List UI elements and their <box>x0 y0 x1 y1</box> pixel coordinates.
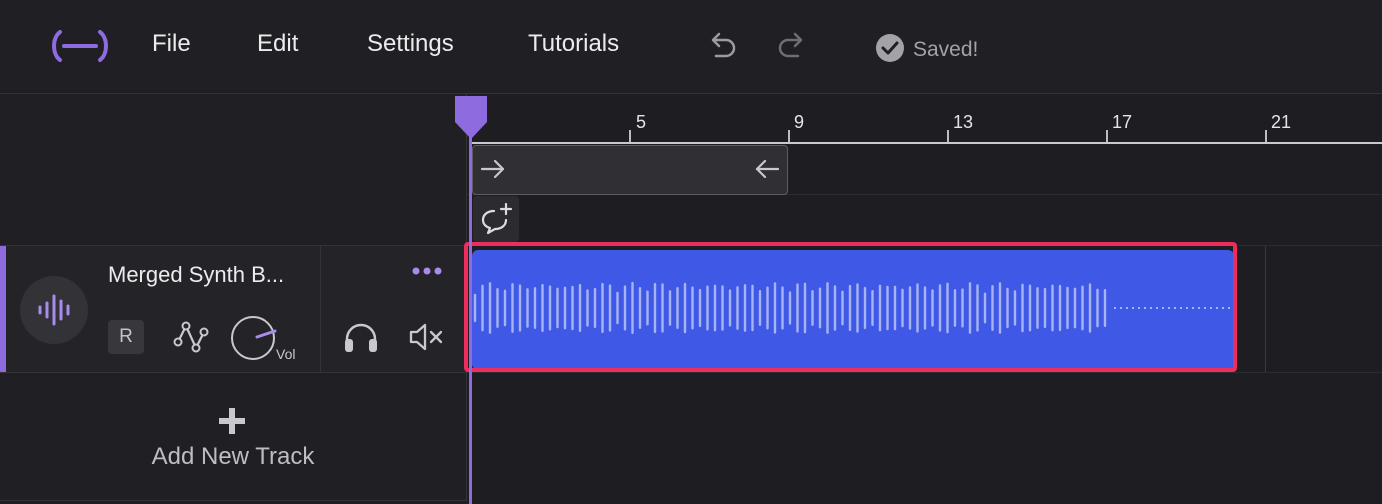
plus-icon <box>219 408 245 434</box>
record-button[interactable]: R <box>108 320 144 354</box>
loop-end-arrow-icon[interactable] <box>753 157 781 181</box>
add-comment-button[interactable] <box>473 196 519 242</box>
ruler-label: 9 <box>794 112 805 132</box>
waveform-icon <box>38 294 70 326</box>
top-bar <box>0 0 1382 94</box>
ruler-label: 21 <box>1271 112 1292 132</box>
saved-status: Saved! <box>913 38 979 61</box>
menu-edit[interactable]: Edit <box>257 30 298 58</box>
mute-icon[interactable] <box>408 322 444 352</box>
track-name[interactable]: Merged Synth B... <box>108 262 284 288</box>
add-track-label: Add New Track <box>151 443 315 470</box>
track-list-header <box>0 94 467 246</box>
ruler-tick <box>1106 130 1108 142</box>
playhead-line <box>469 130 472 504</box>
add-track-button[interactable]: Add New Track <box>0 373 467 501</box>
headphones-icon[interactable] <box>342 320 380 354</box>
playhead-handle[interactable] <box>454 94 488 140</box>
menu-tutorials[interactable]: Tutorials <box>528 30 619 58</box>
menu-settings[interactable]: Settings <box>367 30 454 58</box>
ruler-tick <box>947 130 949 142</box>
check-circle-icon <box>876 34 904 62</box>
ruler-label: 13 <box>953 112 974 132</box>
more-icon[interactable] <box>410 264 444 278</box>
track-lane-marker <box>1265 246 1266 372</box>
clip-selection-outline <box>464 242 1237 372</box>
ruler-tick <box>629 130 631 142</box>
menu-file[interactable]: File <box>152 30 191 58</box>
track-header-divider <box>320 246 321 372</box>
track-color-indicator <box>0 246 6 372</box>
undo-icon[interactable] <box>706 30 740 60</box>
track-icon-button[interactable] <box>20 276 88 344</box>
ruler-tick <box>1265 130 1267 142</box>
ruler-label: 17 <box>1112 112 1133 132</box>
ruler-tick <box>788 130 790 142</box>
loop-region[interactable] <box>472 145 788 195</box>
redo-icon[interactable] <box>774 30 808 60</box>
ruler-label: 5 <box>636 112 647 132</box>
loop-start-arrow-icon[interactable] <box>479 157 507 181</box>
automation-icon[interactable] <box>172 318 210 356</box>
volume-knob[interactable] <box>230 316 280 362</box>
lane-separator <box>467 372 1382 373</box>
add-comment-icon <box>481 202 513 235</box>
volume-label: Vol <box>276 346 296 362</box>
logo-icon[interactable] <box>50 28 110 64</box>
ruler-baseline <box>472 142 1382 144</box>
